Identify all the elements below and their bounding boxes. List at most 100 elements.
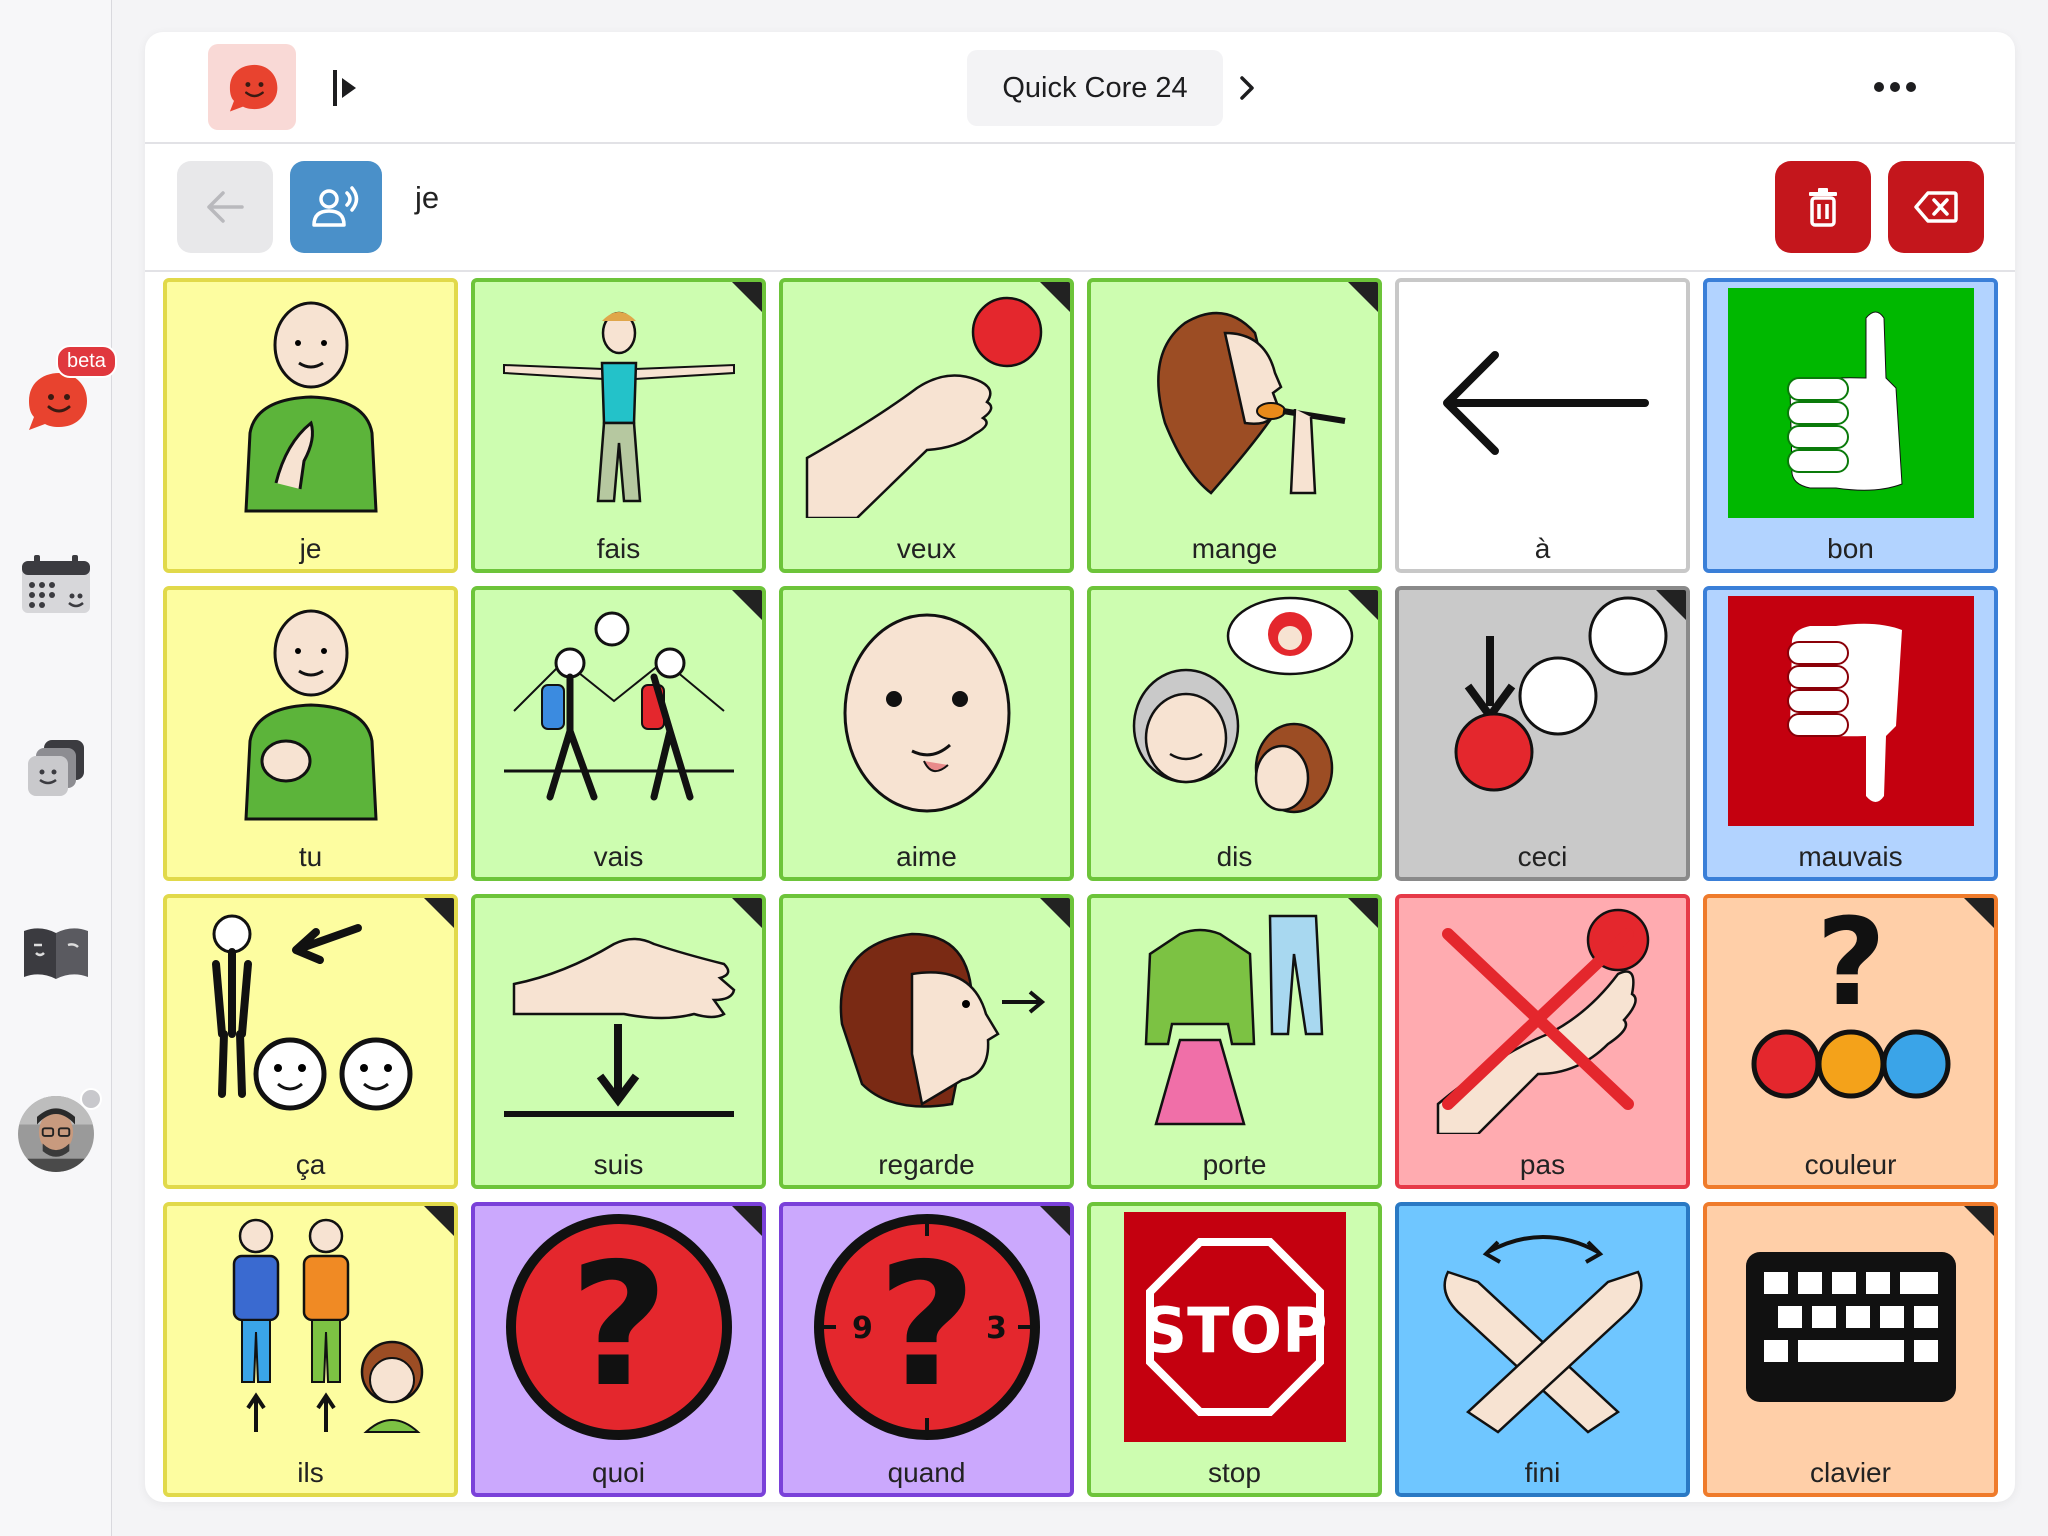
tile-label: quand: [887, 1457, 966, 1488]
stop-sign-icon: STOP: [1099, 1212, 1370, 1442]
backspace-button[interactable]: [1888, 161, 1984, 253]
tile-label: ils: [297, 1457, 324, 1488]
svg-text:3: 3: [986, 1311, 1007, 1346]
tile-clavier[interactable]: clavier: [1703, 1202, 1998, 1497]
message-text[interactable]: je: [415, 180, 439, 216]
folder-corner: [1962, 1206, 1994, 1238]
tile-label: fini: [1524, 1457, 1561, 1488]
folder-corner: [1962, 898, 1994, 930]
person-pointing-self-icon: [175, 288, 446, 518]
svg-text:9: 9: [852, 1311, 873, 1346]
face-licking-lips-icon: [791, 596, 1062, 826]
tile-suis[interactable]: suis: [471, 894, 766, 1189]
svg-text:?: ?: [877, 1227, 976, 1425]
folder-corner: [1038, 282, 1070, 314]
folder-corner: [1038, 1206, 1070, 1238]
boards-icon[interactable]: [18, 730, 94, 806]
person-looking-icon: [791, 904, 1062, 1134]
top-bar: Quick Core 24: [145, 32, 2015, 144]
hand-reaching-ball-icon: [791, 288, 1062, 518]
backspace-icon: [1914, 191, 1958, 223]
trash-icon: [1809, 188, 1837, 227]
speak-button[interactable]: [290, 161, 382, 253]
tile-quoi[interactable]: ? quoi: [471, 1202, 766, 1497]
folder-corner: [1346, 590, 1378, 622]
tile-veux[interactable]: veux: [779, 278, 1074, 573]
tile-label: regarde: [878, 1149, 975, 1180]
tile-label: veux: [896, 533, 957, 564]
clothes-icon: [1099, 904, 1370, 1134]
crossed-hands-icon: [1407, 1212, 1678, 1442]
question-mark-icon: ?: [483, 1212, 754, 1442]
tile-label: je: [299, 533, 322, 564]
tile-dis[interactable]: dis: [1087, 586, 1382, 881]
thumbs-up-icon: [1715, 288, 1986, 518]
tile-pas[interactable]: pas: [1395, 894, 1690, 1189]
tile-fini[interactable]: fini: [1395, 1202, 1690, 1497]
avatar[interactable]: [18, 1096, 94, 1172]
more-options-icon[interactable]: [1865, 62, 1925, 112]
sidebar-toggle-icon[interactable]: [325, 62, 365, 114]
board-title-button[interactable]: Quick Core 24: [967, 50, 1223, 126]
tile-label: vais: [593, 841, 644, 872]
svg-text:?: ?: [1816, 904, 1886, 1033]
symbol-grid: je fais veux mange à bon tu vais aime di…: [163, 278, 1998, 1497]
left-rail: beta: [0, 0, 117, 1536]
folder-corner: [730, 1206, 762, 1238]
status-dot: [80, 1088, 102, 1110]
folder-corner: [730, 282, 762, 314]
folder-corner: [730, 590, 762, 622]
tile-label: suis: [593, 1149, 644, 1180]
svg-text:?: ?: [569, 1227, 668, 1425]
tile-couleur[interactable]: ? couleur: [1703, 894, 1998, 1189]
svg-text:STOP: STOP: [1142, 1294, 1327, 1367]
tile-mange[interactable]: mange: [1087, 278, 1382, 573]
tile-stop[interactable]: STOP stop: [1087, 1202, 1382, 1497]
people-walking-icon: [483, 596, 754, 826]
person-arms-out-icon: [483, 288, 754, 518]
thumbs-down-icon: [1715, 596, 1986, 826]
tile-label: porte: [1202, 1149, 1267, 1180]
tile-ils[interactable]: ils: [163, 1202, 458, 1497]
calendar-icon[interactable]: [18, 546, 94, 622]
tile-a[interactable]: à: [1395, 278, 1690, 573]
people-they-icon: [175, 1212, 446, 1442]
tile-label: à: [1534, 533, 1551, 564]
folder-corner: [422, 1206, 454, 1238]
tile-quand[interactable]: ? 9 3 quand: [779, 1202, 1074, 1497]
clear-message-button[interactable]: [1775, 161, 1871, 253]
folder-corner: [422, 898, 454, 930]
this-circles-icon: [1407, 596, 1678, 826]
tile-aime[interactable]: aime: [779, 586, 1074, 881]
tile-label: pas: [1519, 1149, 1566, 1180]
tile-label: ça: [295, 1149, 326, 1180]
tile-label: bon: [1827, 533, 1874, 564]
tile-mauvais[interactable]: mauvais: [1703, 586, 1998, 881]
talker-icon[interactable]: [208, 44, 296, 130]
tile-label: dis: [1216, 841, 1253, 872]
message-bar: je: [145, 144, 2015, 272]
tile-label: ceci: [1517, 841, 1568, 872]
tile-bon[interactable]: bon: [1703, 278, 1998, 573]
tile-vais[interactable]: vais: [471, 586, 766, 881]
tile-fais[interactable]: fais: [471, 278, 766, 573]
folder-corner: [1346, 898, 1378, 930]
tile-label: aime: [896, 841, 957, 872]
person-eating-icon: [1099, 288, 1370, 518]
hand-placing-icon: [483, 904, 754, 1134]
folder-corner: [1346, 282, 1378, 314]
chevron-right-icon[interactable]: [1227, 68, 1267, 108]
tile-porte[interactable]: porte: [1087, 894, 1382, 1189]
book-icon[interactable]: [18, 914, 94, 990]
tile-ceci[interactable]: ceci: [1395, 586, 1690, 881]
folder-corner: [730, 898, 762, 930]
tile-je[interactable]: je: [163, 278, 458, 573]
folder-corner: [1038, 898, 1070, 930]
tile-ca[interactable]: ça: [163, 894, 458, 1189]
tile-label: clavier: [1810, 1457, 1891, 1488]
tile-regarde[interactable]: regarde: [779, 894, 1074, 1189]
beta-badge: beta: [56, 345, 117, 378]
back-button[interactable]: [177, 161, 273, 253]
tile-label: quoi: [592, 1457, 645, 1488]
tile-tu[interactable]: tu: [163, 586, 458, 881]
